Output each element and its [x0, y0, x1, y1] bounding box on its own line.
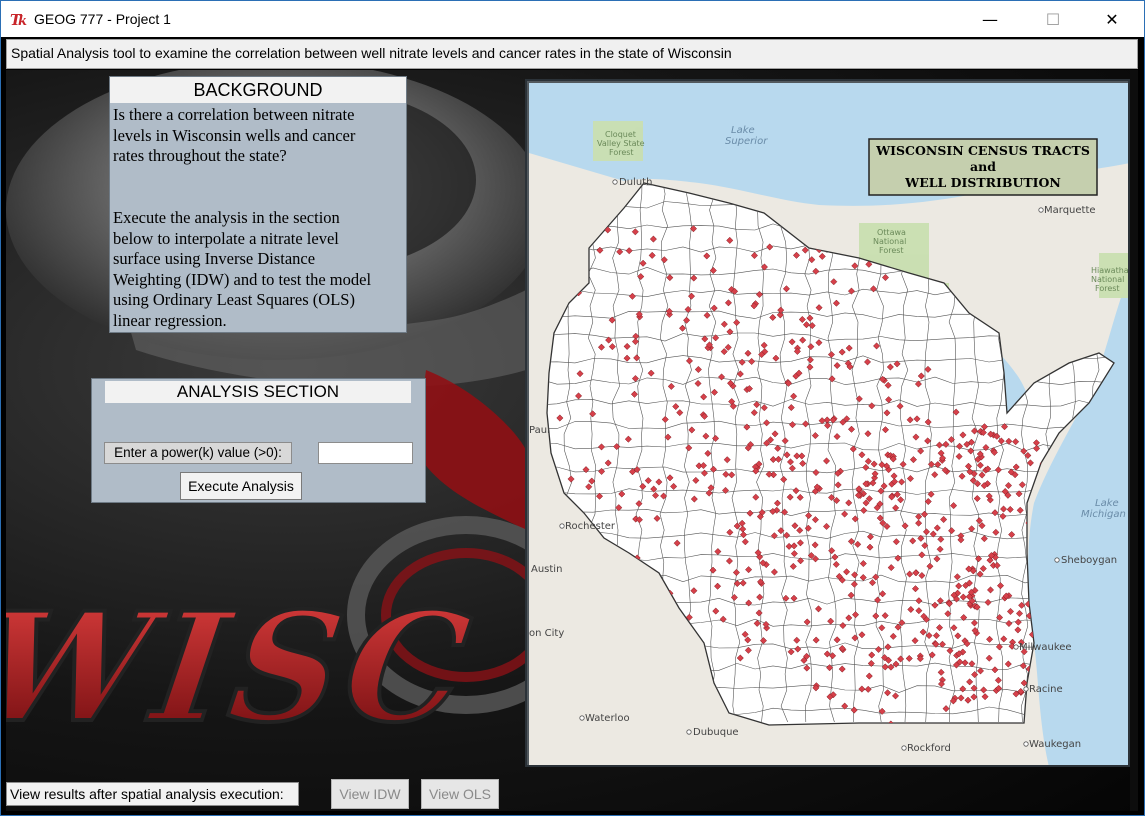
- label-waukegan: Waukegan: [1029, 739, 1081, 750]
- label-lake-superior: Superior: [725, 136, 768, 147]
- background-line: surface using Inverse Distance: [113, 249, 316, 269]
- background-line: Is there a correlation between nitrate: [113, 105, 355, 124]
- label-hiawatha: National: [1091, 275, 1124, 284]
- app-window: T k GEOG 777 - Project 1 — ☐ ✕ Spatial A…: [0, 0, 1145, 816]
- label-ottawa: National: [873, 237, 906, 246]
- label-hiawatha: Forest: [1095, 284, 1120, 293]
- city-dot-rochester: [559, 523, 565, 529]
- wisconsin-map: WISCONSIN CENSUS TRACTS and WELL DISTRIB…: [525, 79, 1130, 767]
- label-racine: Racine: [1029, 684, 1063, 695]
- city-dot-milwaukee: [1013, 644, 1019, 650]
- label-dubuque: Dubuque: [693, 727, 739, 738]
- label-rochester: Rochester: [565, 521, 616, 532]
- background-line: levels in Wisconsin wells and cancer: [113, 125, 356, 145]
- maximize-button[interactable]: ☐: [1030, 1, 1076, 37]
- close-icon: ✕: [1105, 9, 1119, 29]
- analysis-panel: ANALYSIS SECTION Enter a power(k) value …: [91, 378, 426, 503]
- city-dot-marquette: [1038, 207, 1044, 213]
- label-sheboygan: Sheboygan: [1061, 555, 1117, 566]
- city-dot-dubuque: [686, 729, 692, 735]
- label-waterloo: Waterloo: [585, 713, 630, 724]
- label-milwaukee: Milwaukee: [1019, 642, 1072, 653]
- map-canvas: WISCONSIN CENSUS TRACTS and WELL DISTRIB…: [529, 83, 1129, 765]
- background-line: Weighting (IDW) and to test the model: [113, 269, 372, 289]
- right-edge-strip: [1130, 70, 1138, 811]
- label-austin: Austin: [531, 564, 562, 575]
- label-ottawa: Forest: [879, 246, 904, 255]
- label-lake-michigan: Michigan: [1081, 509, 1126, 520]
- execute-analysis-button[interactable]: Execute Analysis: [180, 472, 302, 500]
- label-hiawatha: Hiawatha: [1091, 266, 1129, 275]
- city-dot-duluth: [612, 179, 618, 185]
- city-dot-racine: [1023, 686, 1029, 692]
- minimize-icon: —: [982, 9, 998, 29]
- city-dot-rockford: [901, 745, 907, 751]
- background-panel: BACKGROUND Is there a correlation betwee…: [109, 76, 407, 333]
- legend-line-3: WELL DISTRIBUTION: [904, 175, 1061, 190]
- legend-line-2: and: [970, 159, 996, 174]
- background-line: Execute the analysis in the section: [113, 207, 340, 227]
- subtitle-label: Spatial Analysis tool to examine the cor…: [6, 39, 1138, 69]
- label-cloquet: Valley State: [597, 139, 645, 148]
- view-ols-button[interactable]: View OLS: [421, 779, 499, 809]
- city-dot-sheboygan: [1054, 557, 1060, 563]
- close-button[interactable]: ✕: [1089, 1, 1135, 37]
- maximize-icon: ☐: [1045, 9, 1061, 29]
- background-header: BACKGROUND: [110, 77, 406, 103]
- label-duluth: Duluth: [619, 177, 652, 188]
- label-mason-city: on City: [529, 628, 564, 639]
- title-bar[interactable]: T k GEOG 777 - Project 1 — ☐ ✕: [1, 1, 1144, 37]
- background-line: [113, 167, 403, 188]
- background-line: below to interpolate a nitrate level: [113, 228, 339, 248]
- city-dot-waterloo: [579, 715, 585, 721]
- label-lake-michigan: Lake: [1095, 498, 1119, 509]
- analysis-header: ANALYSIS SECTION: [105, 381, 411, 403]
- background-line: linear regression.: [113, 310, 227, 330]
- label-ottawa: Ottawa: [877, 228, 906, 237]
- label-cloquet: Forest: [609, 148, 634, 157]
- view-idw-button[interactable]: View IDW: [331, 779, 409, 809]
- window-title: GEOG 777 - Project 1: [34, 11, 171, 27]
- wisc-art-text: WISC: [6, 579, 485, 756]
- background-line: rates throughout the state?: [113, 146, 287, 166]
- svg-text:k: k: [18, 14, 27, 28]
- label-cloquet: Cloquet: [605, 130, 636, 139]
- label-lake-superior: Lake: [731, 125, 755, 136]
- label-marquette: Marquette: [1044, 205, 1096, 216]
- city-dot-waukegan: [1023, 741, 1029, 747]
- tk-feather-icon: T k: [10, 11, 27, 28]
- background-text: Is there a correlation between nitrate l…: [110, 103, 406, 334]
- label-paul: Paul: [529, 425, 550, 436]
- legend-line-1: WISCONSIN CENSUS TRACTS: [875, 143, 1090, 158]
- label-rockford: Rockford: [907, 743, 951, 754]
- power-input[interactable]: [318, 442, 413, 464]
- minimize-button[interactable]: —: [967, 1, 1013, 37]
- results-label: View results after spatial analysis exec…: [6, 782, 299, 806]
- background-line: using Ordinary Least Squares (OLS): [113, 290, 355, 310]
- power-label: Enter a power(k) value (>0):: [104, 442, 292, 464]
- background-line: [113, 187, 403, 208]
